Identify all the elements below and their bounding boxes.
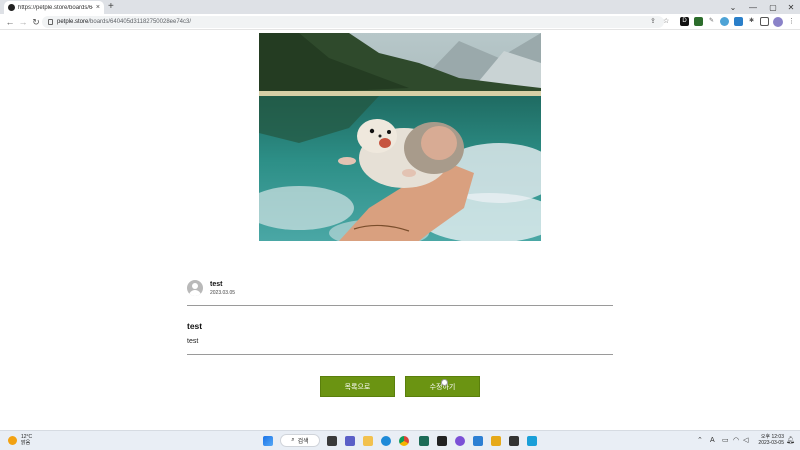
new-tab-button[interactable]: + — [108, 1, 114, 13]
close-window-button[interactable]: ✕ — [780, 0, 800, 14]
author-divider — [187, 305, 613, 306]
tab-title: https://petple.store/boards/640... — [18, 4, 93, 11]
taskbar-search-label: 검색 — [297, 439, 309, 445]
search-icon: ⌕ — [291, 437, 295, 443]
weather-description: 맑음 — [21, 440, 31, 446]
tab-search-chevron-icon[interactable]: ⌄ — [722, 0, 744, 14]
vscode-icon[interactable] — [473, 436, 483, 446]
browser-tab-active[interactable]: https://petple.store/boards/640... × — [4, 1, 104, 14]
input-method-icon[interactable]: A — [710, 436, 715, 446]
lock-icon[interactable] — [48, 19, 53, 25]
mouse-cursor — [442, 380, 447, 385]
windows-taskbar: 12°C 맑음 ⌕ 검색 ⌃ A ▭ ◠ ◁ 오후 12:03 2023-03-… — [0, 430, 800, 450]
profile-avatar[interactable] — [773, 17, 783, 27]
network-icon[interactable]: ◠ — [733, 436, 739, 446]
forward-icon[interactable]: → — [17, 16, 29, 28]
post-title: test — [187, 321, 203, 331]
chat-icon[interactable] — [345, 436, 355, 446]
edge-icon[interactable] — [381, 436, 391, 446]
share-icon[interactable]: ⇪ — [650, 17, 656, 25]
browser-tabstrip: https://petple.store/boards/640... × + ⌄… — [0, 0, 800, 14]
url-path: /boards/640405d31182750028ee74c3/ — [88, 19, 192, 25]
file-explorer-icon[interactable] — [363, 436, 373, 446]
weather-widget[interactable]: 12°C 맑음 — [8, 434, 32, 446]
url-text: petple.store/boards/640405d31182750028ee… — [57, 19, 191, 25]
reload-icon[interactable]: ↻ — [30, 16, 42, 28]
tray-chevron-icon[interactable]: ⌃ — [697, 436, 703, 446]
task-view-icon[interactable] — [327, 436, 337, 446]
volume-icon[interactable]: ◁ — [743, 436, 748, 446]
site-favicon-icon — [8, 4, 15, 11]
notification-bell-icon[interactable]: 🔔︎ — [786, 436, 795, 446]
extension-cloud-icon[interactable] — [720, 17, 729, 26]
hedgehog-lake-photo — [259, 33, 541, 241]
author-avatar-icon — [187, 280, 203, 296]
monitor-icon[interactable]: ▭ — [722, 436, 729, 446]
post-author-row: test 2023.03.05 — [187, 280, 613, 304]
back-to-list-button[interactable]: 목록으로 — [320, 376, 395, 397]
app-icon[interactable] — [419, 436, 429, 446]
clock-date: 2023-03-05 — [758, 440, 784, 446]
discord-icon[interactable] — [455, 436, 465, 446]
url-host: petple.store — [57, 19, 89, 25]
windows-start-icon[interactable] — [263, 436, 273, 446]
post-body: test — [187, 338, 199, 345]
store-icon[interactable] — [437, 436, 447, 446]
remote-desktop-icon[interactable] — [527, 436, 537, 446]
extensions-icon[interactable]: ✱ — [747, 17, 756, 26]
browser-toolbar: ← → ↻ petple.store/boards/640405d3118275… — [0, 14, 800, 30]
terminal-icon[interactable] — [509, 436, 519, 446]
extension-blue-icon[interactable] — [734, 17, 743, 26]
edit-button[interactable]: 수정하기 — [405, 376, 480, 397]
bookmark-star-icon[interactable]: ☆ — [663, 17, 669, 25]
address-bar[interactable]: petple.store/boards/640405d31182750028ee… — [42, 16, 664, 28]
menu-kebab-icon[interactable]: ⋮ — [788, 17, 795, 25]
post-date: 2023.03.05 — [210, 290, 236, 296]
eyedropper-icon[interactable]: ✎ — [707, 17, 716, 26]
content-divider — [187, 354, 613, 355]
taskbar-search[interactable]: ⌕ 검색 — [280, 434, 320, 447]
chrome-icon[interactable] — [399, 436, 409, 446]
taskbar-clock[interactable]: 오후 12:03 2023-03-05 — [750, 434, 784, 446]
tab-close-icon[interactable]: × — [96, 4, 100, 11]
sun-icon — [8, 435, 17, 445]
tool-icon[interactable] — [491, 436, 501, 446]
side-panel-icon[interactable] — [760, 17, 769, 26]
post-image — [259, 33, 541, 241]
minimize-button[interactable]: — — [742, 0, 764, 14]
extension-green-icon[interactable] — [694, 17, 703, 26]
author-name: test — [210, 281, 223, 288]
extension-d-icon[interactable]: D — [680, 17, 689, 26]
back-icon[interactable]: ← — [4, 16, 16, 28]
